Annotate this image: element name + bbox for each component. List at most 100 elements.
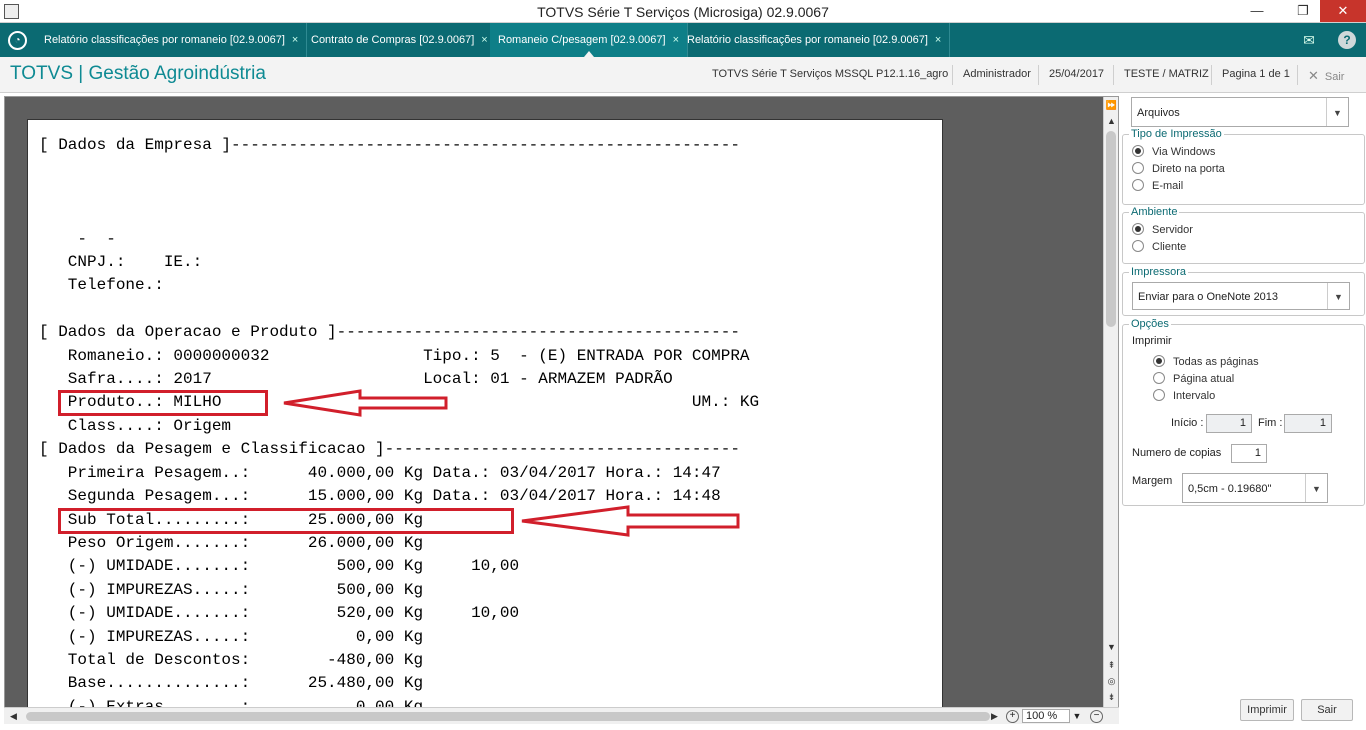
end-label: Fim :	[1258, 417, 1283, 429]
environment-info: TOTVS Série T Serviços MSSQL P12.1.16_ag…	[712, 68, 949, 80]
close-button[interactable]: ✕	[1320, 0, 1366, 22]
home-icon[interactable]: ◔	[8, 31, 27, 50]
scroll-right-icon[interactable]: ▶	[988, 710, 1001, 723]
horizontal-scrollbar[interactable]: ◀ ▶	[4, 707, 1002, 724]
title-bar: TOTVS Série T Serviços (Microsiga) 02.9.…	[0, 0, 1366, 23]
zoom-out-icon[interactable]: −	[1090, 710, 1103, 723]
print-preview[interactable]: [ Dados da Empresa ]--------------------…	[4, 96, 1119, 724]
print-label: Imprimir	[1132, 335, 1172, 347]
tab-close-icon[interactable]: ×	[292, 34, 298, 46]
printer-group: Impressora Enviar para o OneNote 2013 ▼	[1122, 266, 1365, 316]
print-type-group: Tipo de Impressão Via Windows Direto na …	[1122, 128, 1365, 205]
tab-label: Relatório classificações por romaneio [0…	[687, 34, 928, 46]
environment-group: Ambiente Servidor Cliente	[1122, 206, 1365, 264]
tab-label: Contrato de Compras [02.9.0067]	[311, 34, 475, 46]
arrow-left-icon	[521, 505, 740, 537]
printer-value: Enviar para o OneNote 2013	[1138, 291, 1279, 303]
options-group: Opções Imprimir Todas as páginas Página …	[1122, 318, 1365, 506]
tab-close-icon[interactable]: ×	[935, 34, 941, 46]
user-info: Administrador	[963, 68, 1031, 80]
report-line: (-) UMIDADE.......: 500,00 Kg 10,00	[39, 557, 520, 576]
company-info: TESTE / MATRIZ	[1124, 68, 1209, 80]
printer-label: Impressora	[1129, 266, 1189, 278]
report-line: Class....: Origem	[39, 416, 232, 435]
report-line: Telefone.:	[39, 276, 164, 295]
radio-cliente[interactable]: Cliente	[1132, 240, 1186, 253]
report-text: [ Dados da Empresa ]--------------------…	[39, 134, 759, 723]
zoom-in-icon[interactable]: +	[1006, 710, 1019, 723]
window-title: TOTVS Série T Serviços (Microsiga) 02.9.…	[537, 4, 829, 20]
report-line: Romaneio.: 0000000032 Tipo.: 5 - (E) ENT…	[39, 346, 750, 365]
horizontal-scroll-thumb[interactable]	[26, 712, 990, 721]
scroll-last-page-icon[interactable]: ⏩	[1105, 99, 1118, 112]
close-icon: ✕	[1308, 68, 1319, 83]
vertical-scroll-thumb[interactable]	[1106, 131, 1116, 327]
environment-label: Ambiente	[1129, 206, 1180, 218]
scroll-left-icon[interactable]: ◀	[7, 710, 20, 723]
mail-icon[interactable]: ✉	[1300, 31, 1318, 49]
vertical-scrollbar[interactable]: ⏩ ▲ ▼ ⇞ ◎ ⇟	[1103, 97, 1118, 707]
scroll-page-down-icon[interactable]: ⇟	[1105, 691, 1118, 704]
chevron-down-icon[interactable]: ▼	[1327, 283, 1349, 309]
radio-via-windows[interactable]: Via Windows	[1132, 145, 1215, 158]
tab-relatorio-classificacoes-2[interactable]: Relatório classificações por romaneio [0…	[679, 23, 951, 57]
chevron-down-icon[interactable]: ▼	[1305, 474, 1327, 502]
radio-intervalo[interactable]: Intervalo	[1153, 389, 1215, 402]
highlight-peso-origem-box	[58, 508, 514, 534]
exit-label: Sair	[1324, 71, 1345, 83]
exit-link[interactable]: ✕ Sair	[1308, 68, 1344, 84]
scroll-center-icon[interactable]: ◎	[1105, 675, 1118, 688]
margin-value: 0,5cm - 0.19680"	[1188, 483, 1272, 495]
radio-servidor[interactable]: Servidor	[1132, 223, 1193, 236]
report-line: Total de Descontos: -480,00 Kg	[39, 650, 424, 669]
page-info: Pagina 1 de 1	[1222, 68, 1290, 80]
report-line: Primeira Pesagem..: 40.000,00 Kg Data.: …	[39, 463, 721, 482]
scroll-down-icon[interactable]: ▼	[1105, 641, 1118, 654]
tab-close-icon[interactable]: ×	[481, 34, 487, 46]
printer-combo[interactable]: Enviar para o OneNote 2013 ▼	[1132, 282, 1350, 310]
report-page: [ Dados da Empresa ]--------------------…	[27, 119, 943, 723]
report-line	[39, 157, 759, 180]
print-options-panel: Arquivos ▼ Tipo de Impressão Via Windows…	[1121, 93, 1366, 730]
radio-direto-na-porta[interactable]: Direto na porta	[1132, 162, 1225, 175]
chevron-down-icon[interactable]: ▼	[1326, 98, 1348, 126]
margin-label: Margem	[1132, 475, 1173, 487]
copies-input[interactable]: 1	[1231, 444, 1267, 463]
tab-label: Relatório classificações por romaneio [0…	[44, 34, 285, 46]
radio-todas-paginas[interactable]: Todas as páginas	[1153, 355, 1259, 368]
minimize-button[interactable]: —	[1240, 0, 1274, 22]
scroll-page-up-icon[interactable]: ⇞	[1105, 659, 1118, 672]
radio-pagina-atual[interactable]: Página atual	[1153, 372, 1234, 385]
scroll-up-icon[interactable]: ▲	[1105, 115, 1118, 128]
report-line: - -	[39, 229, 116, 248]
report-line: (-) UMIDADE.......: 520,00 Kg 10,00	[39, 604, 520, 623]
tab-label: Romaneio C/pesagem [02.9.0067]	[498, 34, 666, 46]
report-line	[39, 181, 759, 204]
start-page-input[interactable]: 1	[1206, 414, 1252, 433]
margin-combo[interactable]: 0,5cm - 0.19680" ▼	[1182, 473, 1328, 503]
tab-bar: ◔ Relatório classificações por romaneio …	[0, 23, 1366, 57]
archive-combo[interactable]: Arquivos ▼	[1131, 97, 1349, 127]
archive-combo-value: Arquivos	[1137, 107, 1180, 119]
print-button[interactable]: Imprimir	[1240, 699, 1294, 721]
report-line	[39, 204, 759, 227]
zoom-bar: + 100 % ▼ −	[1002, 707, 1119, 724]
restore-button[interactable]: ❐	[1286, 0, 1320, 22]
end-page-input[interactable]: 1	[1284, 414, 1332, 433]
copies-label: Numero de copias	[1132, 447, 1222, 459]
zoom-select[interactable]: 100 %	[1022, 709, 1070, 723]
app-header: TOTVS | Gestão Agroindústria TOTVS Série…	[0, 57, 1366, 93]
tab-relatorio-classificacoes-1[interactable]: Relatório classificações por romaneio [0…	[36, 23, 308, 57]
report-line: [ Dados da Operacao e Produto ]---------…	[39, 323, 740, 342]
tab-romaneio-pesagem[interactable]: Romaneio C/pesagem [02.9.0067] ×	[490, 23, 688, 57]
help-icon[interactable]: ?	[1338, 31, 1356, 49]
tab-contrato-de-compras[interactable]: Contrato de Compras [02.9.0067] ×	[303, 23, 497, 57]
exit-button[interactable]: Sair	[1301, 699, 1353, 721]
date-info: 25/04/2017	[1049, 68, 1105, 80]
radio-email[interactable]: E-mail	[1132, 179, 1183, 192]
report-line: [ Dados da Pesagem e Classificacao ]----…	[39, 440, 740, 459]
report-line: (-) IMPUREZAS.....: 500,00 Kg	[39, 580, 424, 599]
arrow-left-icon	[283, 389, 448, 417]
report-line: CNPJ.: IE.:	[39, 253, 203, 272]
chevron-down-icon[interactable]: ▼	[1070, 709, 1084, 723]
